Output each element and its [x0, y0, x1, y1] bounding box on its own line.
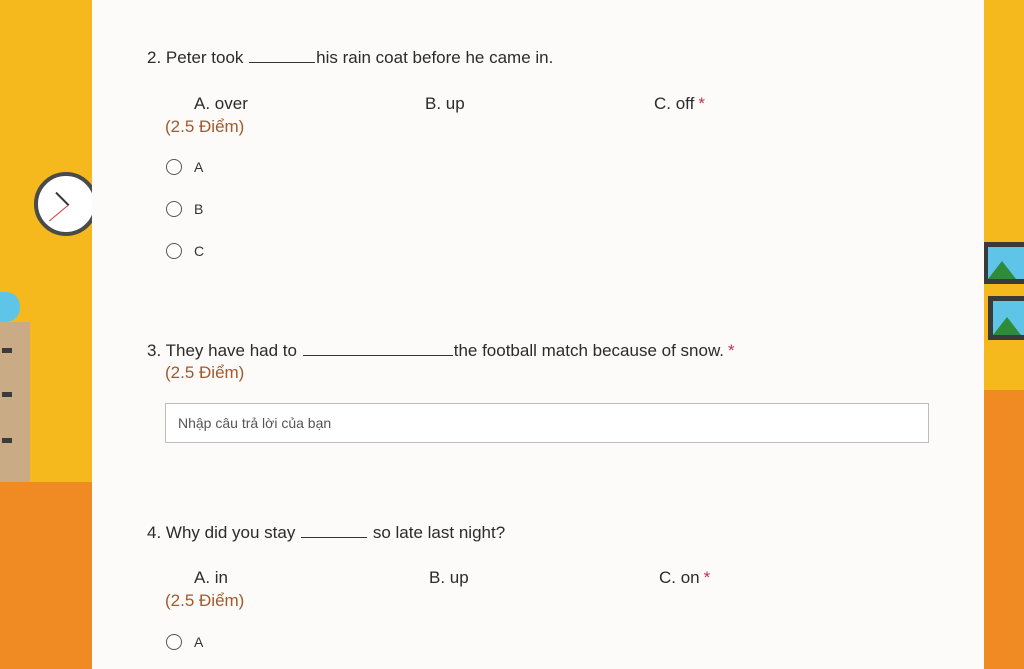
option-text-b: B. up [425, 94, 465, 113]
choice-b-radio[interactable]: B [166, 201, 203, 217]
question-points: (2.5 Điểm) [165, 117, 245, 136]
choice-label: B [194, 201, 204, 217]
option-text-c: C. off * [654, 94, 705, 113]
radio-button-icon[interactable] [166, 159, 182, 175]
picture-frame-icon [988, 296, 1024, 340]
choice-a-radio[interactable]: A [166, 634, 203, 650]
radio-button-icon[interactable] [166, 201, 182, 217]
question-2-title: 2. Peter took his rain coat before he ca… [147, 47, 553, 68]
picture-frame-icon [984, 242, 1024, 284]
question-points: (2.5 Điểm) [165, 591, 245, 610]
question-3-title: 3. They have had to the football match b… [147, 340, 735, 361]
question-points: (2.5 Điểm) [165, 363, 245, 382]
radio-button-icon[interactable] [166, 243, 182, 259]
option-text-c: C. on * [659, 568, 711, 587]
blank-line [249, 47, 316, 63]
option-text-a: A. in [194, 568, 229, 587]
question-number: 3. [147, 341, 162, 360]
cabinet-decoration [0, 322, 30, 482]
choice-a-radio[interactable]: A [166, 159, 203, 175]
question-number: 4. [147, 523, 162, 542]
question-text-after: so late last night? [372, 523, 506, 542]
question-number: 2. [147, 48, 162, 67]
required-marker: * [728, 341, 735, 360]
blank-line [301, 522, 368, 538]
fishbowl-decoration [0, 292, 20, 322]
question-text-before: Peter took [165, 48, 244, 67]
form-panel: 2. Peter took his rain coat before he ca… [92, 0, 984, 669]
background-floor-right [984, 390, 1024, 669]
question-4-title: 4. Why did you stay so late last night? [147, 522, 505, 543]
question-text-before: They have had to [165, 341, 297, 360]
question-text-before: Why did you stay [165, 523, 296, 542]
blank-line [302, 340, 453, 356]
question-text-after: his rain coat before he came in. [316, 48, 554, 67]
choice-c-radio[interactable]: C [166, 243, 204, 259]
question-text-after: the football match because of snow. [453, 341, 725, 360]
choice-label: C [194, 243, 205, 259]
required-marker: * [698, 94, 705, 113]
option-text-a: A. over [194, 94, 248, 113]
choice-label: A [194, 634, 204, 650]
answer-text-input[interactable] [165, 403, 929, 443]
choice-label: A [194, 159, 204, 175]
option-text-b: B. up [429, 568, 469, 587]
required-marker: * [703, 568, 711, 587]
background-floor-left [0, 482, 92, 669]
clock-icon [34, 172, 98, 236]
radio-button-icon[interactable] [166, 634, 182, 650]
